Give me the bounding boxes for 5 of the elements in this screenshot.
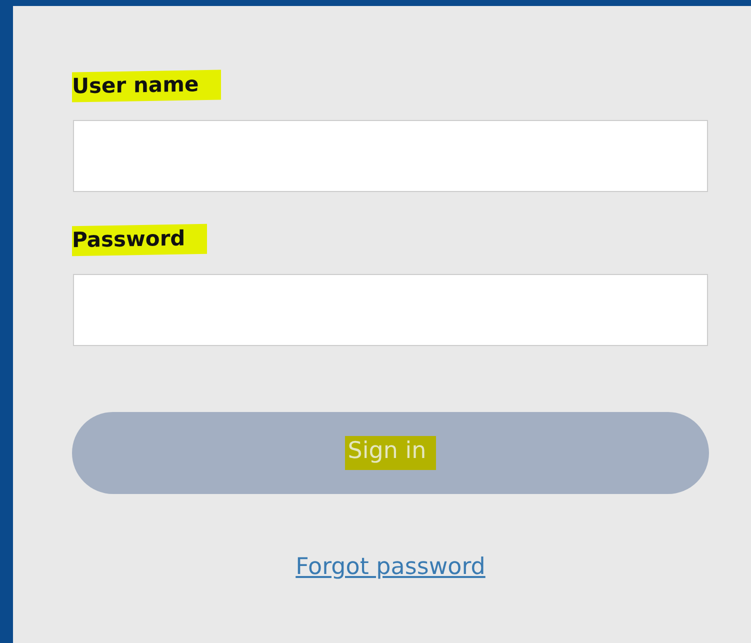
password-field[interactable] [73,274,708,346]
field-label: Password [72,224,208,256]
field-label: User name [72,70,221,102]
username-field[interactable] [73,120,708,192]
forgot-password-link[interactable]: Forgot password [296,554,486,580]
